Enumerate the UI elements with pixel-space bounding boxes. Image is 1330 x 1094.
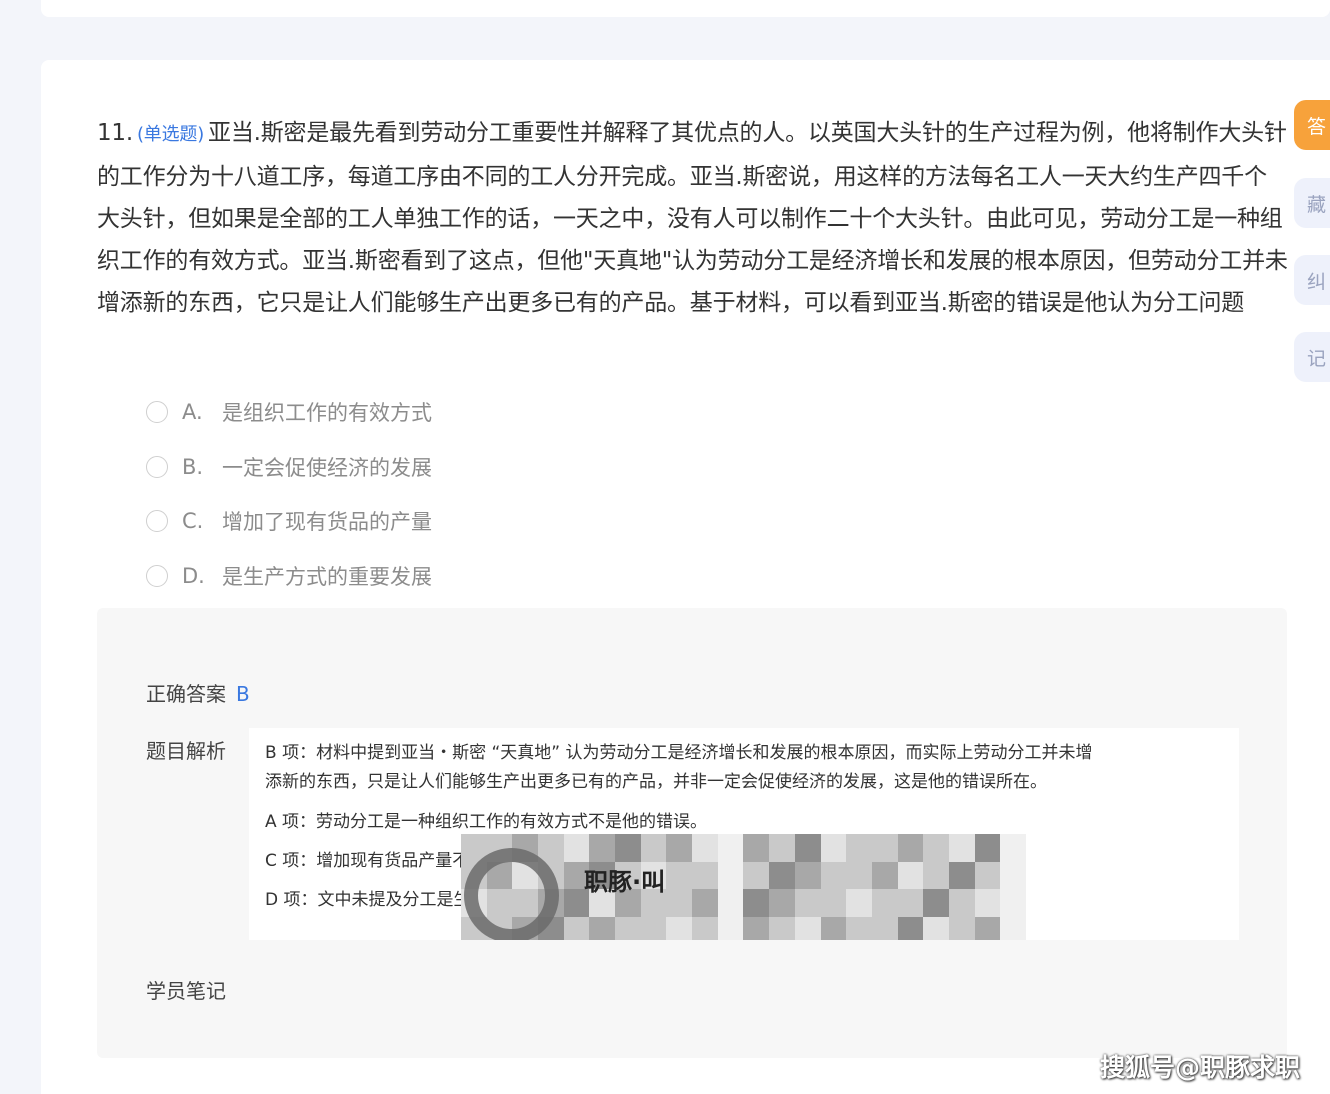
- option-text: 一定会促使经济的发展: [222, 455, 432, 480]
- side-tab-answer[interactable]: 答: [1294, 100, 1330, 150]
- question-number: 11.: [97, 120, 133, 146]
- option-letter: C.: [182, 509, 204, 534]
- side-tab-correction[interactable]: 纠: [1294, 255, 1330, 305]
- logo-icon: [464, 848, 559, 940]
- logo-text: 职豚·叫: [584, 868, 666, 896]
- option-text: 是生产方式的重要发展: [222, 564, 432, 589]
- correct-answer-value: B: [236, 682, 250, 706]
- question-card: 11. (单选题) 亚当.斯密是最先看到劳动分工重要性并解释了其优点的人。以英国大头…: [41, 60, 1330, 1094]
- question-type: (单选题): [136, 124, 205, 145]
- radio-icon[interactable]: [146, 510, 168, 533]
- answer-panel: 正确答案 B 题目解析 B 项：材料中提到亚当・斯密 “天真地” 认为劳动分工是经…: [97, 608, 1287, 1058]
- analysis-line: A 项：劳动分工是一种组织工作的有效方式不是他的错误。: [265, 812, 708, 832]
- question-stem: 11. (单选题) 亚当.斯密是最先看到劳动分工重要性并解释了其优点的人。以英国大头…: [97, 112, 1289, 324]
- analysis-line: 添新的东西，只是让人们能够生产出更多已有的产品，并非一定会促使经济的发展，这是他…: [265, 772, 1047, 792]
- option-list: A. 是组织工作的有效方式 B. 一定会促使经济的发展 C. 增加了现有货品的产…: [146, 385, 432, 603]
- side-tab-favorite[interactable]: 藏: [1294, 178, 1330, 228]
- option-text: 增加了现有货品的产量: [222, 510, 432, 535]
- watermark-text: 搜狐号@职豚求职: [1099, 1053, 1300, 1082]
- radio-icon[interactable]: [146, 564, 168, 587]
- correct-answer-label: 正确答案: [146, 682, 226, 706]
- option-c[interactable]: C. 增加了现有货品的产量: [146, 494, 432, 549]
- option-letter: B.: [182, 454, 204, 479]
- notes-label: 学员笔记: [146, 979, 226, 1003]
- analysis-line: B 项：材料中提到亚当・斯密 “天真地” 认为劳动分工是经济增长和发展的根本原因…: [265, 743, 1093, 763]
- radio-icon[interactable]: [146, 401, 168, 424]
- option-b[interactable]: B. 一定会促使经济的发展: [146, 440, 432, 495]
- radio-icon[interactable]: [146, 455, 168, 478]
- option-text: 是组织工作的有效方式: [222, 401, 432, 426]
- analysis-label: 题目解析: [146, 739, 226, 763]
- option-letter: A.: [182, 400, 203, 425]
- previous-card: [41, 0, 1330, 17]
- correct-answer-row: 正确答案 B: [146, 678, 250, 707]
- question-text: 亚当.斯密是最先看到劳动分工重要性并解释了其优点的人。以英国大头针的生产过程为例…: [97, 120, 1288, 316]
- option-d[interactable]: D. 是生产方式的重要发展: [146, 549, 432, 604]
- analysis-image: B 项：材料中提到亚当・斯密 “天真地” 认为劳动分工是经济增长和发展的根本原因…: [249, 728, 1239, 940]
- option-a[interactable]: A. 是组织工作的有效方式: [146, 385, 432, 440]
- option-letter: D.: [182, 563, 205, 588]
- side-tab-notes[interactable]: 记: [1294, 332, 1330, 382]
